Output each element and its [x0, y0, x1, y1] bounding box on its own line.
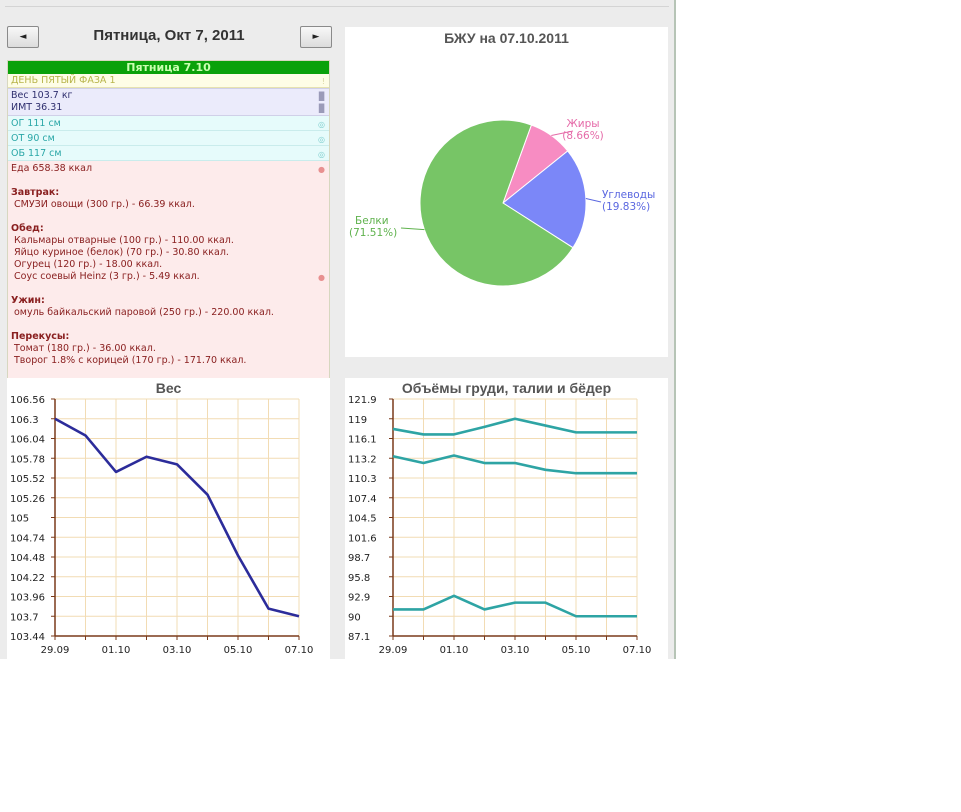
- tape-icon[interactable]: ◎: [318, 147, 325, 162]
- pie-label-value: (19.83%): [602, 201, 650, 213]
- meal-item: Творог 1.8% с корицей (170 гр.) - 171.70…: [14, 355, 247, 366]
- x-tick-label: 01.10: [102, 645, 131, 656]
- date-title: Пятница, Окт 7, 2011: [93, 27, 245, 44]
- phase-row[interactable]: ДЕНЬ ПЯТЫЙ ФАЗА 1 !: [8, 74, 329, 88]
- y-tick-label: 110.3: [348, 474, 377, 485]
- tape-icon[interactable]: ◎: [318, 117, 325, 132]
- x-tick-label: 03.10: [501, 645, 530, 656]
- macros-pie-chart: Белки(71.51%) Жиры(8.66%) Углеводы(19.83%): [349, 118, 655, 287]
- weight-line-chart: 106.56 106.3 106.04 105.78 105.52 105.26 105 10…: [10, 395, 314, 656]
- measure-chest-row[interactable]: ОГ 111 см ◎: [8, 116, 329, 131]
- measure-waist: ОТ 90 см: [11, 133, 55, 144]
- y-tick-label: 121.9: [348, 395, 377, 406]
- meal-title: Перекусы:: [11, 331, 70, 342]
- food-block[interactable]: Еда 658.38 ккал ● Завтрак: СМУЗИ овощи (3…: [8, 161, 329, 367]
- y-tick-label: 105: [10, 514, 29, 525]
- y-tick-label: 104.74: [10, 533, 45, 544]
- y-tick-label: 105.52: [10, 474, 45, 485]
- meal-item: Кальмары отварные (100 гр.) - 110.00 кка…: [14, 235, 234, 246]
- pie-connector-2: [585, 197, 602, 203]
- bmi-label: ИМТ 36.31: [11, 102, 63, 113]
- y-tick-label: 103.7: [10, 612, 39, 623]
- diary-day-header: Пятница 7.10: [8, 61, 329, 74]
- y-tick-label: 104.22: [10, 573, 45, 584]
- y-tick-label: 106.04: [10, 435, 45, 446]
- x-tick-label: 29.09: [41, 645, 70, 656]
- y-tick-label: 106.3: [10, 415, 39, 426]
- food-total: Еда 658.38 ккал: [11, 163, 93, 174]
- measure-chest: ОГ 111 см: [11, 118, 61, 129]
- y-tick-label: 103.44: [10, 632, 45, 643]
- y-tick-label: 103.96: [10, 593, 45, 604]
- measure-waist-row[interactable]: ОТ 90 см ◎: [8, 131, 329, 146]
- x-tick-label: 03.10: [163, 645, 192, 656]
- pie-label-name: Белки: [355, 215, 389, 227]
- y-tick-label: 98.7: [348, 553, 370, 564]
- pie-label-name: Углеводы: [602, 189, 655, 201]
- y-tick-label: 113.2: [348, 454, 377, 465]
- y-tick-label: 92.9: [348, 593, 370, 604]
- day-diary: Пятница 7.10 ДЕНЬ ПЯТЫЙ ФАЗА 1 ! Вес 103…: [7, 60, 330, 382]
- weight-label: Вес 103.7 кг: [11, 90, 73, 101]
- info-icon[interactable]: !: [322, 75, 325, 89]
- meal-title: Обед:: [11, 223, 44, 234]
- y-tick-label: 104.5: [348, 514, 377, 525]
- meal-item: Яйцо куриное (белок) (70 гр.) - 30.80 кк…: [14, 247, 229, 258]
- y-tick-label: 106.56: [10, 395, 45, 406]
- pie-label-value: (71.51%): [349, 227, 397, 239]
- x-tick-label: 05.10: [224, 645, 253, 656]
- x-tick-label: 07.10: [285, 645, 314, 656]
- volumes-line-chart: 121.9 119 116.1 113.2 110.3 107.4 104.5 101.6 98…: [348, 395, 652, 656]
- pie-label-name: Жиры: [566, 118, 599, 130]
- y-tick-label: 105.26: [10, 494, 45, 505]
- meal-item: СМУЗИ овощи (300 гр.) - 66.39 ккал.: [14, 199, 195, 210]
- pie-label-value: (8.66%): [562, 130, 604, 142]
- pie-connector-0: [400, 227, 425, 231]
- x-tick-label: 01.10: [440, 645, 469, 656]
- meal-item-row: Соус соевый Heinz (3 гр.) - 5.49 ккал. ●: [8, 271, 329, 283]
- measure-hips-row[interactable]: ОБ 117 см ◎: [8, 146, 329, 161]
- meal-item: Томат (180 гр.) - 36.00 ккал.: [14, 343, 156, 354]
- top-divider: [5, 6, 669, 7]
- x-tick-label: 05.10: [562, 645, 591, 656]
- next-day-button[interactable]: ►: [300, 26, 332, 48]
- meal-item: Огурец (120 гр.) - 18.00 ккал.: [14, 259, 163, 270]
- x-tick-label: 07.10: [623, 645, 652, 656]
- meal-item: Соус соевый Heinz (3 гр.) - 5.49 ккал.: [14, 271, 200, 282]
- weight-block[interactable]: Вес 103.7 кг ▉ ИМТ 36.31 ▉: [8, 88, 329, 116]
- y-tick-label: 101.6: [348, 533, 377, 544]
- apple-icon[interactable]: ●: [318, 272, 325, 284]
- y-tick-label: 95.8: [348, 573, 370, 584]
- tape-icon[interactable]: ◎: [318, 132, 325, 147]
- app-window: ◄ Пятница, Окт 7, 2011 ► Пятница 7.10 ДЕ…: [0, 0, 676, 659]
- prev-day-button[interactable]: ◄: [7, 26, 39, 48]
- macros-pie-panel: БЖУ на 07.10.2011 Белки (71.51%) Жиры (8.66…: [345, 27, 668, 357]
- apple-icon[interactable]: ●: [318, 164, 325, 176]
- y-tick-label: 107.4: [348, 494, 377, 505]
- x-tick-label: 29.09: [379, 645, 408, 656]
- measure-hips: ОБ 117 см: [11, 148, 62, 159]
- y-tick-label: 104.48: [10, 553, 45, 564]
- meal-title: Ужин:: [11, 295, 45, 306]
- scale-icon[interactable]: ▉: [319, 103, 325, 115]
- meal-item: омуль байкальский паровой (250 гр.) - 22…: [14, 307, 274, 318]
- volumes-chart-panel: Объёмы груди, талии и бёдер 121.9 119 116.…: [345, 378, 668, 659]
- meal-title: Завтрак:: [11, 187, 60, 198]
- weight-chart-panel: Вес 106.56 106.3 106.04 105.78 105.52 105.26 1…: [7, 378, 330, 659]
- y-tick-label: 105.78: [10, 454, 45, 465]
- phase-label: ДЕНЬ ПЯТЫЙ ФАЗА 1: [11, 75, 116, 86]
- y-tick-label: 119: [348, 415, 367, 426]
- y-tick-label: 90: [348, 612, 361, 623]
- y-tick-label: 87.1: [348, 632, 370, 643]
- y-tick-label: 116.1: [348, 435, 377, 446]
